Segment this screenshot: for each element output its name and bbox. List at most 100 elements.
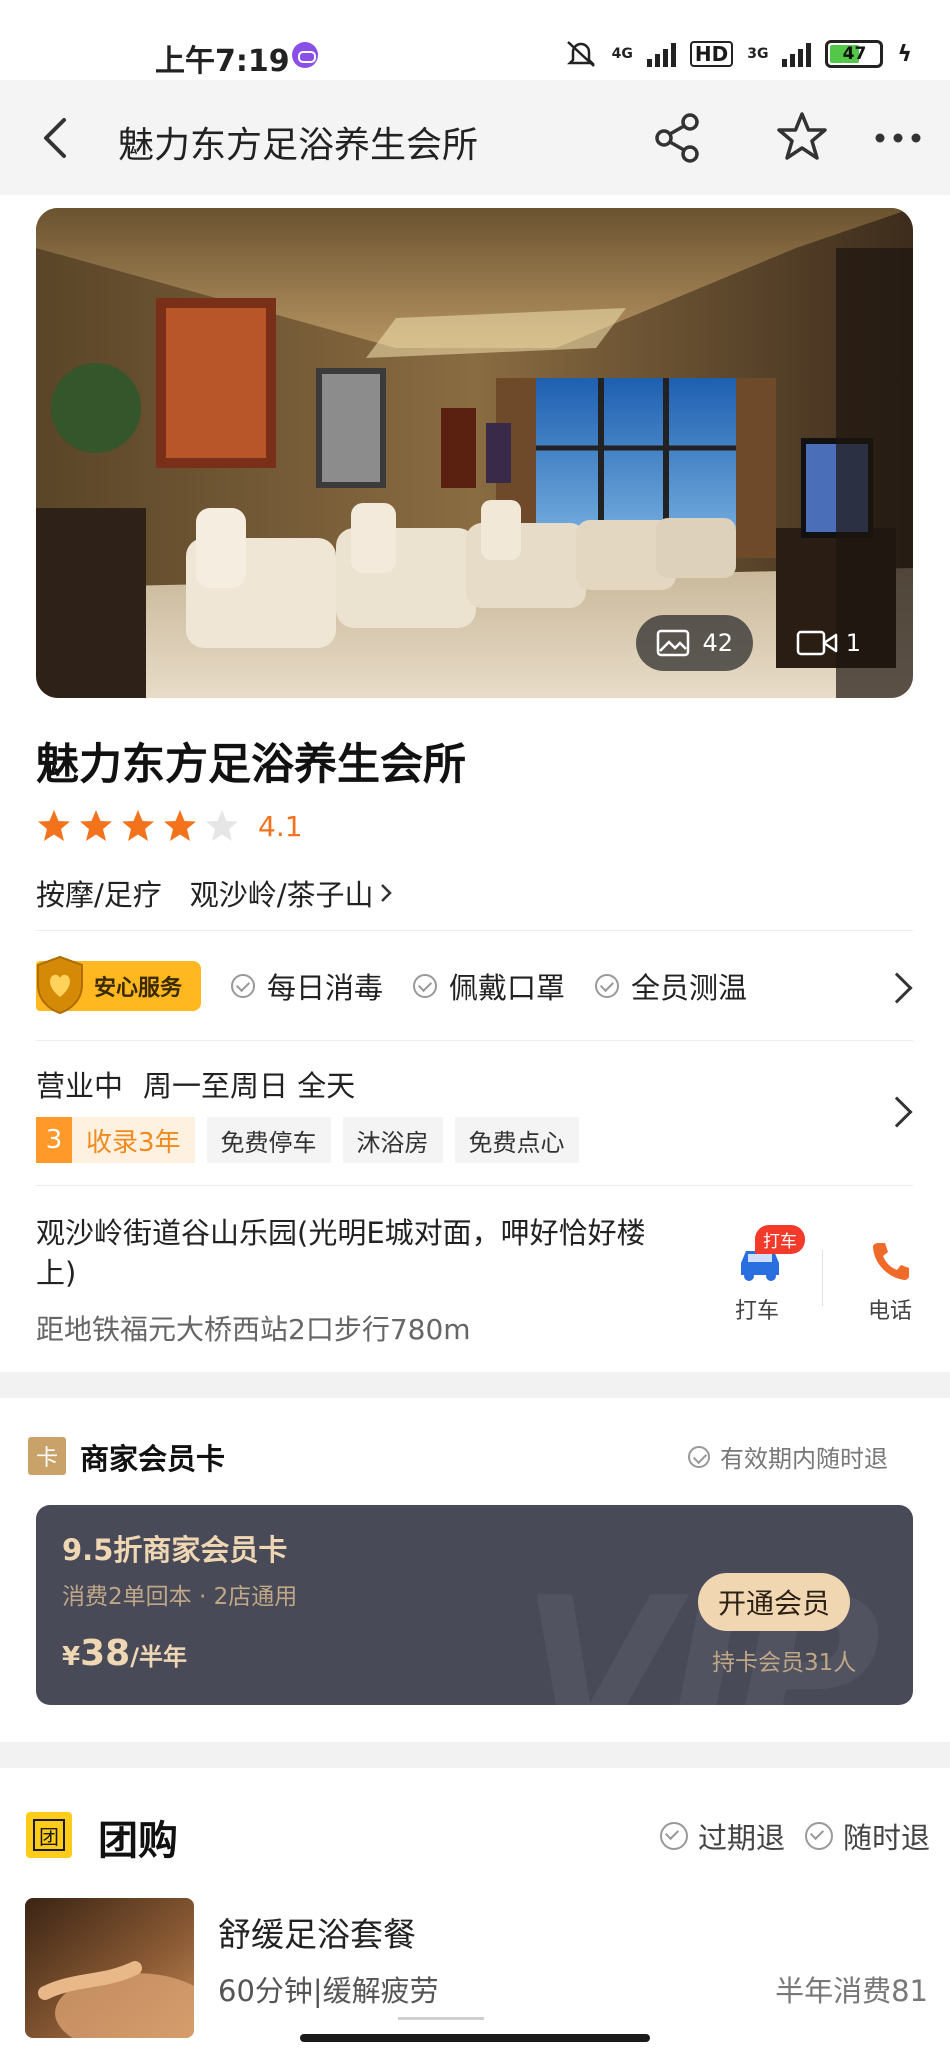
nav-header: 魅力东方足浴养生会所 bbox=[0, 80, 950, 195]
chevron-right-icon[interactable] bbox=[881, 1096, 913, 1128]
rating-star-icon bbox=[38, 810, 70, 841]
safety-item-label: 每日消毒 bbox=[267, 971, 384, 1005]
group-buy-policies: 过期退 随时退 bbox=[659, 1815, 930, 1857]
video-icon bbox=[796, 630, 837, 656]
app-notification-icon bbox=[292, 42, 318, 68]
group-buy-icon-label: 团 bbox=[33, 1819, 65, 1851]
photo-count-badge[interactable]: 42 bbox=[636, 615, 753, 671]
vip-card[interactable]: VIP 9.5折商家会员卡 消费2单回本 · 2店通用 ¥38/半年 开通会员 … bbox=[36, 1505, 913, 1705]
business-status: 营业中 bbox=[36, 1069, 124, 1103]
business-schedule: 周一至周日 全天 bbox=[143, 1069, 356, 1103]
group-buy-icon: 团 bbox=[26, 1812, 72, 1858]
check-circle-icon bbox=[659, 1822, 688, 1850]
safety-item-disinfect: 每日消毒 bbox=[231, 965, 383, 1007]
check-circle-icon bbox=[231, 974, 255, 998]
chevron-right-icon bbox=[380, 884, 392, 902]
deal-name[interactable]: 舒缓足浴套餐 bbox=[218, 1908, 416, 1956]
policy-label: 随时退 bbox=[842, 1821, 930, 1855]
favorite-button[interactable] bbox=[772, 108, 832, 168]
more-button[interactable] bbox=[870, 110, 926, 166]
business-hours[interactable]: 营业中 周一至周日 全天 bbox=[36, 1063, 355, 1105]
share-button[interactable] bbox=[650, 110, 706, 166]
photo-count: 42 bbox=[702, 629, 733, 657]
safety-badge: 安心服务 bbox=[36, 955, 201, 1015]
policy-label: 过期退 bbox=[697, 1821, 785, 1855]
district-link[interactable]: 观沙岭/茶子山 bbox=[190, 872, 394, 914]
battery-icon: 47 bbox=[825, 40, 884, 68]
safety-service-row[interactable]: 安心服务 每日消毒 佩戴口罩 全员测温 bbox=[36, 955, 913, 1017]
divider bbox=[36, 1185, 913, 1186]
shop-category: 按摩/足疗 bbox=[36, 878, 162, 912]
rating-star-icon bbox=[122, 810, 154, 841]
safety-item-label: 全员测温 bbox=[631, 971, 748, 1005]
charging-icon: ϟ bbox=[897, 41, 912, 67]
deal-sales: 半年消费81 bbox=[775, 1974, 928, 2008]
network-type-2: 3G bbox=[747, 46, 769, 62]
card-holders-count: 持卡会员31人 bbox=[712, 1650, 857, 1676]
group-buy-title: 团购 bbox=[98, 1818, 178, 1864]
category-row: 按摩/足疗 观沙岭/茶子山 bbox=[36, 872, 394, 914]
video-count-badge[interactable]: 1 bbox=[796, 615, 861, 671]
member-card-refund: 有效期内随时退 bbox=[688, 1439, 888, 1474]
rating-value: 4.1 bbox=[258, 809, 303, 843]
refund-label: 有效期内随时退 bbox=[720, 1445, 888, 1473]
shop-name: 魅力东方足浴养生会所 bbox=[36, 740, 466, 790]
member-card-title: 商家会员卡 bbox=[80, 1442, 226, 1476]
phone-button[interactable]: 电话 bbox=[860, 1238, 940, 1328]
safety-item-mask: 佩戴口罩 bbox=[413, 965, 565, 1007]
tag-shower-room: 沐浴房 bbox=[342, 1117, 443, 1163]
check-circle-icon bbox=[595, 974, 620, 998]
shop-hero-image[interactable]: 42 1 bbox=[36, 208, 913, 698]
status-time: 上午7:19 bbox=[155, 44, 290, 79]
rating-star-icon bbox=[164, 810, 196, 841]
divider bbox=[36, 1040, 913, 1041]
divider bbox=[36, 930, 913, 931]
check-circle-icon bbox=[413, 974, 438, 998]
years-listed-label: 收录3年 bbox=[72, 1117, 195, 1163]
network-type-1: 4G bbox=[611, 46, 633, 62]
signal-icon-2 bbox=[782, 41, 812, 67]
rating-row: 4.1 bbox=[36, 808, 303, 844]
safety-badge-label: 安心服务 bbox=[94, 976, 183, 1001]
status-indicators: 4G HD 3G 47 ϟ bbox=[564, 36, 912, 72]
phone-icon bbox=[873, 1243, 909, 1280]
tag-free-parking: 免费停车 bbox=[206, 1117, 331, 1163]
page-title: 魅力东方足浴养生会所 bbox=[118, 125, 479, 166]
policy-expire-refund: 过期退 bbox=[659, 1815, 785, 1857]
metro-distance: 距地铁福元大桥西站2口步行780m bbox=[36, 1313, 471, 1346]
member-card-icon: 卡 bbox=[28, 1437, 66, 1475]
check-circle-icon bbox=[688, 1445, 710, 1468]
price-amount: 38 bbox=[80, 1633, 131, 1674]
taxi-button[interactable]: 打车 打车 bbox=[725, 1225, 835, 1325]
mute-icon bbox=[566, 41, 595, 67]
deal-thumbnail[interactable] bbox=[25, 1898, 194, 2038]
taxi-badge: 打车 bbox=[755, 1225, 805, 1254]
signal-icon bbox=[646, 41, 676, 67]
image-icon bbox=[657, 629, 690, 657]
hero-photo bbox=[36, 208, 913, 698]
phone-label: 电话 bbox=[868, 1299, 913, 1324]
vip-card-price: ¥38/半年 bbox=[62, 1633, 187, 1674]
shield-heart-icon bbox=[37, 955, 83, 1015]
scroll-hint bbox=[398, 2017, 484, 2020]
status-bar: 上午7:19 4G HD 3G 47 ϟ bbox=[0, 0, 950, 80]
hd-icon: HD bbox=[689, 41, 734, 67]
tag-free-snacks: 免费点心 bbox=[454, 1117, 579, 1163]
price-period: /半年 bbox=[130, 1643, 187, 1671]
shop-address[interactable]: 观沙岭街道谷山乐园(光明E城对面，呷好恰好楼上) bbox=[36, 1213, 676, 1293]
vip-card-desc: 消费2单回本 · 2店通用 bbox=[62, 1584, 298, 1610]
section-gap bbox=[0, 1742, 950, 1768]
back-button[interactable] bbox=[28, 108, 88, 168]
divider bbox=[822, 1250, 823, 1306]
join-member-button[interactable]: 开通会员 bbox=[698, 1573, 850, 1631]
safety-item-label: 佩戴口罩 bbox=[449, 971, 566, 1005]
check-circle-icon bbox=[804, 1822, 833, 1850]
deal-description: 60分钟|缓解疲劳 bbox=[218, 1974, 439, 2008]
section-gap bbox=[0, 1372, 950, 1398]
video-count: 1 bbox=[845, 629, 861, 657]
battery-level: 47 bbox=[842, 44, 867, 64]
policy-anytime-refund: 随时退 bbox=[804, 1815, 930, 1857]
home-indicator[interactable] bbox=[300, 2034, 650, 2042]
rating-star-icon bbox=[80, 810, 112, 841]
years-listed-tag: 3 收录3年 bbox=[36, 1117, 195, 1163]
